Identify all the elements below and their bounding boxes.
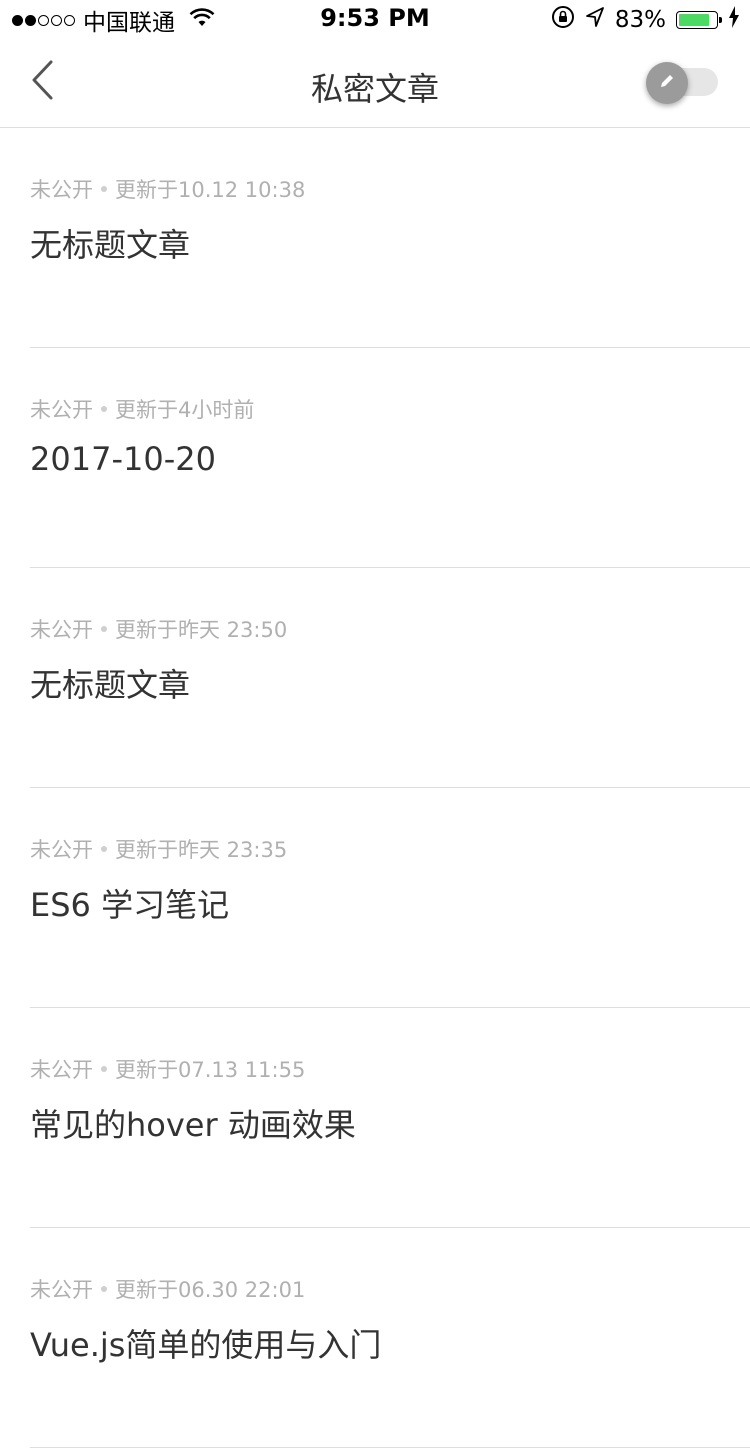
article-status: 未公开 [30,398,93,422]
meta-separator [101,1286,107,1292]
toggle-knob [646,62,688,104]
pencil-icon [657,71,677,95]
charging-bolt-icon [728,6,740,34]
navigation-bar: 私密文章 [0,40,750,128]
article-title: 2017-10-20 [30,440,216,478]
article-updated: 更新于4小时前 [115,398,255,422]
article-updated: 更新于10.12 10:38 [115,178,306,202]
article-updated: 更新于07.13 11:55 [115,1058,306,1082]
edit-toggle[interactable] [646,62,720,104]
battery-percentage: 83% [614,7,666,33]
article-meta: 未公开 更新于10.12 10:38 [30,174,305,204]
article-status: 未公开 [30,178,93,202]
article-status: 未公开 [30,1278,93,1302]
article-item[interactable]: 未公开 更新于4小时前 2017-10-20 [30,348,750,568]
article-updated: 更新于昨天 23:35 [115,838,288,862]
article-item[interactable]: 未公开 更新于10.12 10:38 无标题文章 [30,128,750,348]
page-title: 私密文章 [310,70,439,108]
meta-separator [101,1066,107,1072]
meta-separator [101,846,107,852]
article-status: 未公开 [30,1058,93,1082]
article-item[interactable]: 未公开 更新于昨天 23:50 无标题文章 [30,568,750,788]
battery-icon [676,11,722,29]
article-title: ES6 学习笔记 [30,886,230,924]
location-arrow-icon [585,6,605,34]
article-meta: 未公开 更新于昨天 23:50 [30,614,287,644]
article-meta: 未公开 更新于4小时前 [30,394,254,424]
battery-level [679,14,709,26]
article-title: 无标题文章 [30,226,191,264]
article-list: 未公开 更新于10.12 10:38 无标题文章 未公开 更新于4小时前 2017-… [0,128,750,1448]
article-item[interactable]: 未公开 更新于06.30 22:01 Vue.js简单的使用与入门 [30,1228,750,1448]
article-item[interactable]: 未公开 更新于昨天 23:35 ES6 学习笔记 [30,788,750,1008]
article-title: 无标题文章 [30,666,191,704]
article-meta: 未公开 更新于昨天 23:35 [30,834,287,864]
article-item[interactable]: 未公开 更新于07.13 11:55 常见的hover 动画效果 [30,1008,750,1228]
article-title: Vue.js简单的使用与入门 [30,1326,382,1364]
meta-separator [101,406,107,412]
article-meta: 未公开 更新于07.13 11:55 [30,1054,305,1084]
status-right: 83% [551,5,740,35]
article-updated: 更新于06.30 22:01 [115,1278,306,1302]
meta-separator [101,626,107,632]
article-updated: 更新于昨天 23:50 [115,618,288,642]
article-status: 未公开 [30,838,93,862]
meta-separator [101,186,107,192]
rotation-lock-icon [551,5,575,35]
article-meta: 未公开 更新于06.30 22:01 [30,1274,305,1304]
status-bar: 中国联通 9:53 PM 83% [0,0,750,40]
article-status: 未公开 [30,618,93,642]
article-title: 常见的hover 动画效果 [30,1106,356,1144]
